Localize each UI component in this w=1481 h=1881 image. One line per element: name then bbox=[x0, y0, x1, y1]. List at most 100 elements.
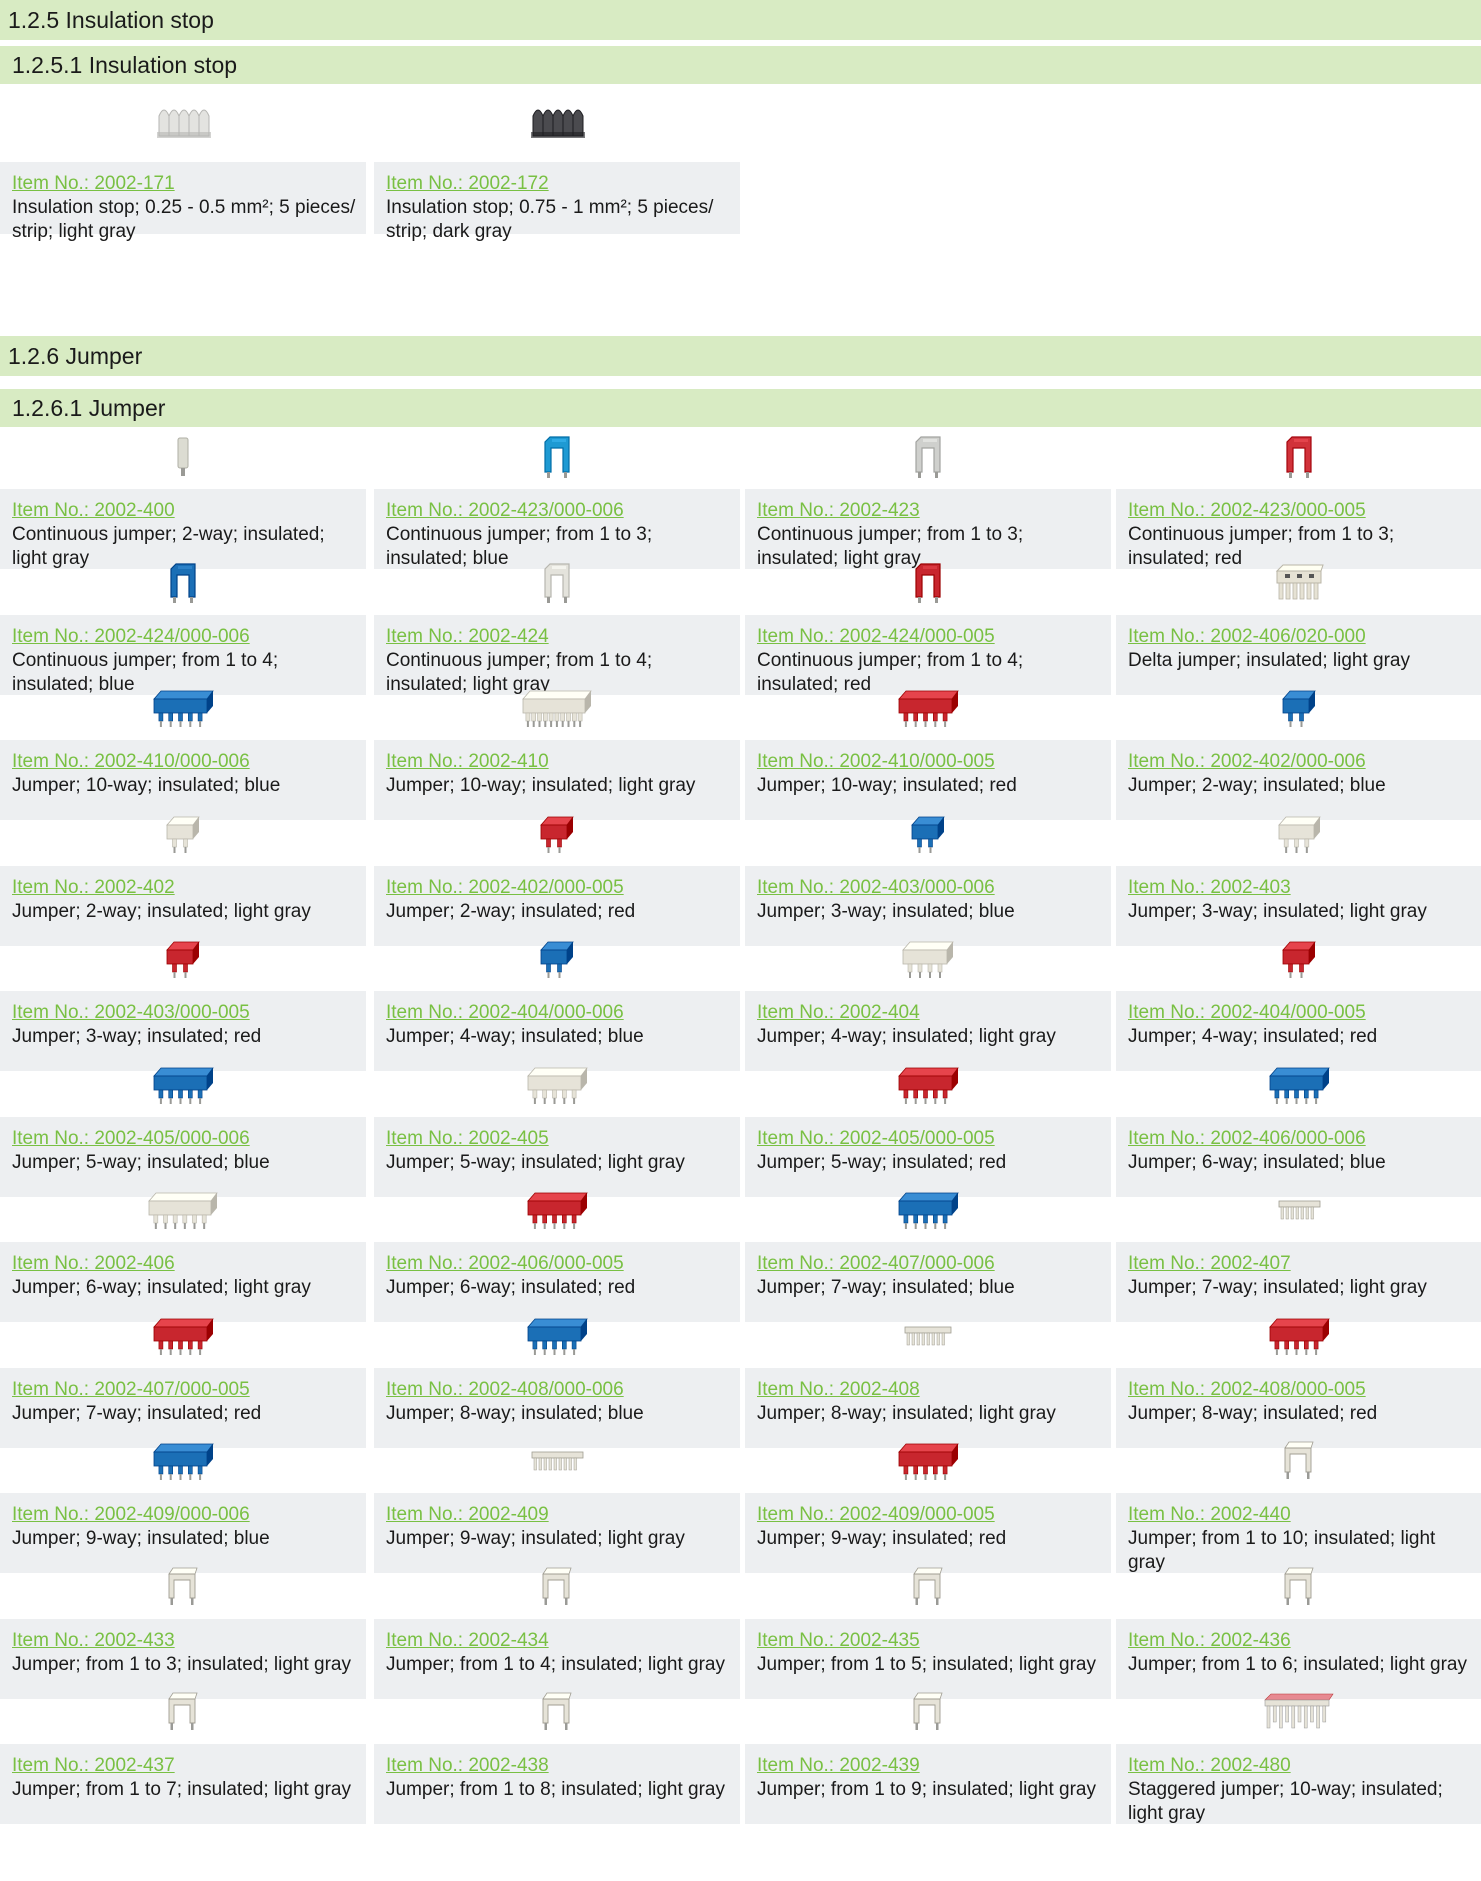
item-number-link[interactable]: Item No.: 2002-440 bbox=[1128, 1503, 1472, 1527]
product-card: Item No.: 2002-404 Jumper; 4-way; insulat… bbox=[745, 927, 1111, 1071]
item-number-link[interactable]: Item No.: 2002-410 bbox=[386, 750, 730, 774]
product-card: Item No.: 2002-434 Jumper; from 1 to 4; i… bbox=[374, 1555, 740, 1699]
product-image bbox=[745, 1429, 1111, 1493]
item-number-link[interactable]: Item No.: 2002-402/000-005 bbox=[386, 876, 730, 900]
item-number-link[interactable]: Item No.: 2002-403/000-005 bbox=[12, 1001, 356, 1025]
item-description: Jumper; from 1 to 9; insulated; light gr… bbox=[757, 1779, 1096, 1800]
item-description: Jumper; from 1 to 7; insulated; light gr… bbox=[12, 1779, 351, 1800]
item-number-link[interactable]: Item No.: 2002-434 bbox=[386, 1629, 730, 1653]
item-number-link[interactable]: Item No.: 2002-423/000-005 bbox=[1128, 499, 1472, 523]
product-card: Item No.: 2002-437 Jumper; from 1 to 7; i… bbox=[0, 1680, 366, 1824]
product-info: Item No.: 2002-480 Staggered jumper; 10-w… bbox=[1116, 1744, 1481, 1824]
item-number-link[interactable]: Item No.: 2002-402/000-006 bbox=[1128, 750, 1472, 774]
item-number-link[interactable]: Item No.: 2002-437 bbox=[12, 1754, 356, 1778]
item-number-link[interactable]: Item No.: 2002-408/000-006 bbox=[386, 1378, 730, 1402]
product-image bbox=[745, 676, 1111, 740]
product-image bbox=[1116, 1178, 1481, 1242]
item-number-link[interactable]: Item No.: 2002-404/000-006 bbox=[386, 1001, 730, 1025]
item-number-link[interactable]: Item No.: 2002-438 bbox=[386, 1754, 730, 1778]
item-number-link[interactable]: Item No.: 2002-403 bbox=[1128, 876, 1472, 900]
product-card: Item No.: 2002-172 Insulation stop; 0.75 … bbox=[374, 80, 740, 242]
item-description: Jumper; 6-way; insulated; red bbox=[386, 1277, 636, 1298]
product-image bbox=[374, 425, 740, 489]
product-image bbox=[745, 551, 1111, 615]
product-card: Item No.: 2002-406 Jumper; 6-way; insulat… bbox=[0, 1178, 366, 1322]
item-number-link[interactable]: Item No.: 2002-404/000-005 bbox=[1128, 1001, 1472, 1025]
product-image bbox=[1116, 1429, 1481, 1493]
item-number-link[interactable]: Item No.: 2002-480 bbox=[1128, 1754, 1472, 1778]
item-number-link[interactable]: Item No.: 2002-402 bbox=[12, 876, 356, 900]
item-number-link[interactable]: Item No.: 2002-171 bbox=[12, 172, 356, 196]
product-card: Item No.: 2002-408 Jumper; 8-way; insulat… bbox=[745, 1304, 1111, 1448]
item-description: Delta jumper; insulated; light gray bbox=[1128, 650, 1410, 671]
item-description: Jumper; 8-way; insulated; blue bbox=[386, 1403, 644, 1424]
item-description: Jumper; 4-way; insulated; red bbox=[1128, 1026, 1378, 1047]
item-number-link[interactable]: Item No.: 2002-439 bbox=[757, 1754, 1101, 1778]
item-number-link[interactable]: Item No.: 2002-409/000-006 bbox=[12, 1503, 356, 1527]
product-card: Item No.: 2002-439 Jumper; from 1 to 9; i… bbox=[745, 1680, 1111, 1824]
item-number-link[interactable]: Item No.: 2002-405/000-005 bbox=[757, 1127, 1101, 1151]
item-number-link[interactable]: Item No.: 2002-406/000-005 bbox=[386, 1252, 730, 1276]
product-card: Item No.: 2002-400 Continuous jumper; 2-w… bbox=[0, 425, 366, 569]
item-number-link[interactable]: Item No.: 2002-423/000-006 bbox=[386, 499, 730, 523]
product-card: Item No.: 2002-403/000-006 Jumper; 3-way;… bbox=[745, 802, 1111, 946]
product-card: Item No.: 2002-438 Jumper; from 1 to 8; i… bbox=[374, 1680, 740, 1824]
item-description: Jumper; 8-way; insulated; light gray bbox=[757, 1403, 1056, 1424]
item-number-link[interactable]: Item No.: 2002-172 bbox=[386, 172, 730, 196]
item-number-link[interactable]: Item No.: 2002-410/000-005 bbox=[757, 750, 1101, 774]
item-number-link[interactable]: Item No.: 2002-406/020-000 bbox=[1128, 625, 1472, 649]
item-description: Jumper; 9-way; insulated; light gray bbox=[386, 1528, 685, 1549]
product-image bbox=[745, 1555, 1111, 1619]
product-image bbox=[374, 1304, 740, 1368]
product-card: Item No.: 2002-424 Continuous jumper; fro… bbox=[374, 551, 740, 695]
item-number-link[interactable]: Item No.: 2002-400 bbox=[12, 499, 356, 523]
product-card: Item No.: 2002-408/000-006 Jumper; 8-way;… bbox=[374, 1304, 740, 1448]
product-info: Item No.: 2002-171 Insulation stop; 0.25 … bbox=[0, 162, 366, 242]
section-heading: 1.2.5 Insulation stop bbox=[0, 0, 1481, 40]
item-description: Jumper; 10-way; insulated; red bbox=[757, 775, 1017, 796]
subsection-heading: 1.2.6.1 Jumper bbox=[0, 389, 1481, 427]
product-image bbox=[745, 1053, 1111, 1117]
product-image bbox=[0, 802, 366, 866]
item-number-link[interactable]: Item No.: 2002-404 bbox=[757, 1001, 1101, 1025]
item-description: Jumper; 2-way; insulated; red bbox=[386, 901, 636, 922]
item-number-link[interactable]: Item No.: 2002-405/000-006 bbox=[12, 1127, 356, 1151]
item-number-link[interactable]: Item No.: 2002-410/000-006 bbox=[12, 750, 356, 774]
product-image bbox=[374, 551, 740, 615]
item-description: Jumper; 9-way; insulated; blue bbox=[12, 1528, 270, 1549]
item-number-link[interactable]: Item No.: 2002-406 bbox=[12, 1252, 356, 1276]
item-number-link[interactable]: Item No.: 2002-407/000-006 bbox=[757, 1252, 1101, 1276]
item-description: Jumper; from 1 to 6; insulated; light gr… bbox=[1128, 1654, 1467, 1675]
item-number-link[interactable]: Item No.: 2002-423 bbox=[757, 499, 1101, 523]
item-number-link[interactable]: Item No.: 2002-405 bbox=[386, 1127, 730, 1151]
item-number-link[interactable]: Item No.: 2002-408 bbox=[757, 1378, 1101, 1402]
item-number-link[interactable]: Item No.: 2002-406/000-006 bbox=[1128, 1127, 1472, 1151]
product-card: Item No.: 2002-424/000-005 Continuous jum… bbox=[745, 551, 1111, 695]
item-number-link[interactable]: Item No.: 2002-407/000-005 bbox=[12, 1378, 356, 1402]
product-image bbox=[374, 1178, 740, 1242]
item-number-link[interactable]: Item No.: 2002-403/000-006 bbox=[757, 876, 1101, 900]
item-number-link[interactable]: Item No.: 2002-409 bbox=[386, 1503, 730, 1527]
item-description: Jumper; 10-way; insulated; blue bbox=[12, 775, 281, 796]
item-number-link[interactable]: Item No.: 2002-435 bbox=[757, 1629, 1101, 1653]
subsection-heading: 1.2.5.1 Insulation stop bbox=[0, 46, 1481, 84]
product-image bbox=[1116, 927, 1481, 991]
item-description: Jumper; 3-way; insulated; light gray bbox=[1128, 901, 1427, 922]
item-number-link[interactable]: Item No.: 2002-424/000-005 bbox=[757, 625, 1101, 649]
item-number-link[interactable]: Item No.: 2002-407 bbox=[1128, 1252, 1472, 1276]
product-image bbox=[1116, 1555, 1481, 1619]
item-description: Jumper; 10-way; insulated; light gray bbox=[386, 775, 696, 796]
item-description: Jumper; 4-way; insulated; light gray bbox=[757, 1026, 1056, 1047]
item-number-link[interactable]: Item No.: 2002-424 bbox=[386, 625, 730, 649]
product-info: Item No.: 2002-439 Jumper; from 1 to 9; i… bbox=[745, 1744, 1111, 1824]
item-number-link[interactable]: Item No.: 2002-433 bbox=[12, 1629, 356, 1653]
product-image bbox=[1116, 551, 1481, 615]
product-image bbox=[374, 1053, 740, 1117]
product-card: Item No.: 2002-480 Staggered jumper; 10-w… bbox=[1116, 1680, 1481, 1824]
item-number-link[interactable]: Item No.: 2002-424/000-006 bbox=[12, 625, 356, 649]
item-number-link[interactable]: Item No.: 2002-409/000-005 bbox=[757, 1503, 1101, 1527]
product-info: Item No.: 2002-172 Insulation stop; 0.75 … bbox=[374, 162, 740, 242]
item-number-link[interactable]: Item No.: 2002-408/000-005 bbox=[1128, 1378, 1472, 1402]
product-card: Item No.: 2002-435 Jumper; from 1 to 5; i… bbox=[745, 1555, 1111, 1699]
item-number-link[interactable]: Item No.: 2002-436 bbox=[1128, 1629, 1472, 1653]
